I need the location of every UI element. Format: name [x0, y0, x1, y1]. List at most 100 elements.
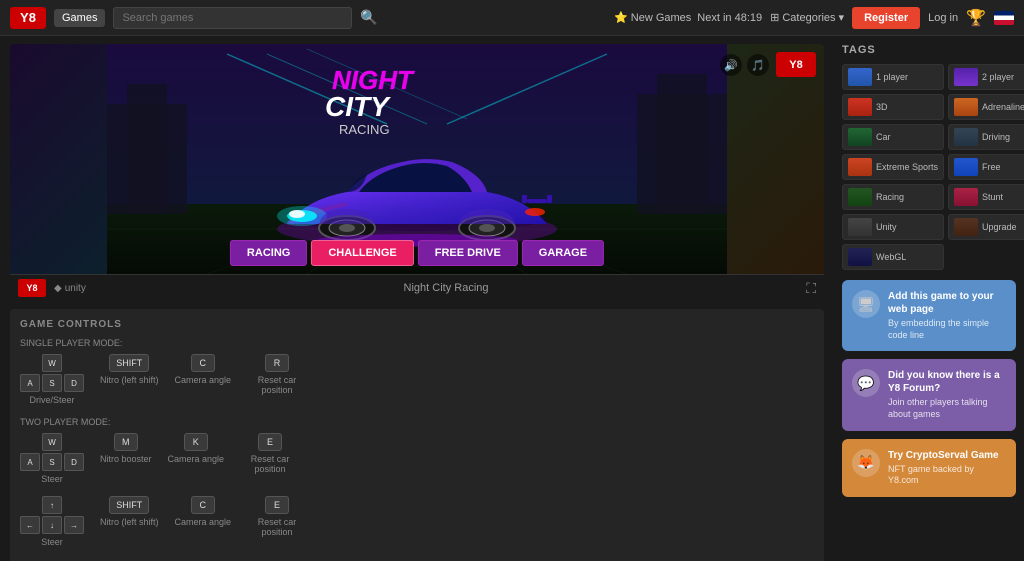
unity-icon: ◆ — [54, 283, 62, 294]
a-key: A — [20, 374, 40, 392]
promo-card-0[interactable]: 🖥 Add this game to your web page By embe… — [842, 280, 1016, 351]
trophy-icon: 🏆 — [966, 8, 986, 28]
search-icon[interactable]: 🔍 — [360, 9, 377, 26]
tag-tag-driving[interactable]: Driving — [948, 124, 1024, 150]
search-input[interactable] — [113, 7, 352, 29]
tag-thumbnail — [848, 248, 872, 266]
promo-title-0: Add this game to your web page — [888, 290, 1006, 316]
header: Y8 Games 🔍 ⭐ New Games Next in 48:19 ⊞ C… — [0, 0, 1024, 36]
tag-tag-unity[interactable]: Unity — [842, 214, 944, 240]
music-toggle[interactable]: 🎵 — [747, 54, 769, 76]
nitro-shift-control: SHIFT Nitro (left shift) — [100, 496, 159, 527]
tag-tag-2player[interactable]: 2 player — [948, 64, 1024, 90]
reset-label-p2: Reset car position — [240, 454, 300, 474]
fullscreen-icon[interactable]: ⛶ — [806, 280, 816, 297]
controls-title: GAME CONTROLS — [20, 319, 814, 330]
tag-tag-car[interactable]: Car — [842, 124, 944, 150]
tag-tag-3d[interactable]: 3D — [842, 94, 944, 120]
tag-tag-racing[interactable]: Racing — [842, 184, 944, 210]
s-key: S — [42, 374, 62, 392]
audio-controls: 🔊 🎵 — [720, 54, 769, 76]
camera-c-control: C Camera angle — [175, 496, 232, 527]
y8-logo[interactable]: Y8 — [10, 7, 46, 29]
main-layout: NIGHT CITY RACING NIGHT 🔊 🎵 Y8 RACING CH… — [0, 36, 1024, 561]
tag-tag-webgl[interactable]: WebGL — [842, 244, 944, 270]
tag-tag-upgrade[interactable]: Upgrade — [948, 214, 1024, 240]
steer-label-p2: Steer — [41, 474, 63, 484]
tag-label: 1 player — [876, 72, 908, 82]
tag-thumbnail — [954, 158, 978, 176]
promo-icon-2: 🦊 — [852, 449, 880, 477]
promo-card-2[interactable]: 🦊 Try CryptoServal Game NFT game backed … — [842, 439, 1016, 497]
tag-label: 3D — [876, 102, 888, 112]
sidebar: TAGS 1 player 2 player 3D Adrenaline Car… — [834, 36, 1024, 561]
new-games-label: New Games — [631, 12, 692, 24]
a-key-p2: A — [20, 453, 40, 471]
tag-tag-stunt[interactable]: Stunt — [948, 184, 1024, 210]
r-key: R — [265, 354, 289, 372]
k-key: K — [184, 433, 208, 451]
nitro-label-p2: Nitro booster — [100, 454, 152, 464]
unity-label: unity — [65, 283, 86, 294]
new-games-sub: Next in 48:19 — [697, 12, 762, 24]
garage-button[interactable]: GARAGE — [522, 240, 604, 266]
tag-thumbnail — [954, 128, 978, 146]
m-key: M — [114, 433, 138, 451]
e-key-2: E — [265, 496, 289, 514]
single-player-label: SINGLE PLAYER MODE: — [20, 338, 814, 348]
camera-label-p2: Camera angle — [168, 454, 225, 464]
tags-title: TAGS — [842, 44, 1016, 56]
tag-thumbnail — [848, 128, 872, 146]
game-viewport[interactable]: NIGHT CITY RACING NIGHT 🔊 🎵 Y8 RACING CH… — [10, 44, 824, 274]
tags-grid: 1 player 2 player 3D Adrenaline Car Driv… — [842, 64, 1016, 270]
tag-label: Car — [876, 132, 891, 142]
tag-thumbnail — [848, 98, 872, 116]
left-key: ← — [20, 516, 40, 534]
free-drive-button[interactable]: FREE DRIVE — [418, 240, 518, 266]
promo-card-1[interactable]: 💬 Did you know there is a Y8 Forum? Join… — [842, 359, 1016, 430]
tag-tag-adrenaline[interactable]: Adrenaline — [948, 94, 1024, 120]
grid-icon: ⊞ — [770, 11, 779, 24]
wasd-grid: W A S D — [20, 354, 84, 392]
y8-footer-logo: Y8 — [18, 279, 46, 297]
shift-control: SHIFT Nitro (left shift) — [100, 354, 159, 385]
categories-link[interactable]: ⊞ Categories ▾ — [770, 11, 844, 24]
promo-text-0: Add this game to your web page By embedd… — [888, 290, 1006, 341]
tag-label: Driving — [982, 132, 1010, 142]
tag-label: WebGL — [876, 252, 906, 262]
reset-control-p2: E Reset car position — [240, 433, 300, 474]
tag-thumbnail — [954, 188, 978, 206]
tag-thumbnail — [848, 218, 872, 236]
tag-tag-1player[interactable]: 1 player — [842, 64, 944, 90]
login-link[interactable]: Log in — [928, 12, 958, 24]
down-key: ↓ — [42, 516, 62, 534]
new-games-link[interactable]: ⭐ New Games Next in 48:19 — [614, 11, 762, 24]
steer-label-arrows: Steer — [41, 537, 63, 547]
games-button[interactable]: Games — [54, 9, 105, 27]
promo-desc-0: By embedding the simple code line — [888, 318, 1006, 341]
game-name-footer: Night City Racing — [94, 282, 798, 294]
tag-label: Adrenaline — [982, 102, 1024, 112]
c-key: C — [191, 354, 215, 372]
y8-game-logo: Y8 — [776, 52, 816, 77]
tag-thumbnail — [848, 188, 872, 206]
language-flag[interactable] — [994, 11, 1014, 25]
steer-control-p2: W A S D Steer — [20, 433, 84, 484]
shift-key-p2: SHIFT — [109, 496, 149, 514]
shift-key: SHIFT — [109, 354, 149, 372]
challenge-button[interactable]: CHALLENGE — [311, 240, 413, 266]
tag-tag-free[interactable]: Free — [948, 154, 1024, 180]
star-icon: ⭐ — [614, 11, 628, 24]
register-button[interactable]: Register — [852, 7, 920, 29]
nitro-label: Nitro (left shift) — [100, 375, 159, 385]
racing-button[interactable]: RACING — [230, 240, 307, 266]
promo-text-2: Try CryptoServal Game NFT game backed by… — [888, 449, 1006, 487]
nitro-shift-label: Nitro (left shift) — [100, 517, 159, 527]
tag-tag-extreme[interactable]: Extreme Sports — [842, 154, 944, 180]
d-key: D — [64, 374, 84, 392]
tag-thumbnail — [954, 98, 978, 116]
camera-control-p2: K Camera angle — [168, 433, 225, 464]
two-player-controls-2: ↑ ← ↓ → Steer SHIFT Nitro (left shift) C… — [20, 496, 814, 547]
arrow-control: ↑ ← ↓ → Steer — [20, 496, 84, 547]
sound-toggle[interactable]: 🔊 — [720, 54, 742, 76]
